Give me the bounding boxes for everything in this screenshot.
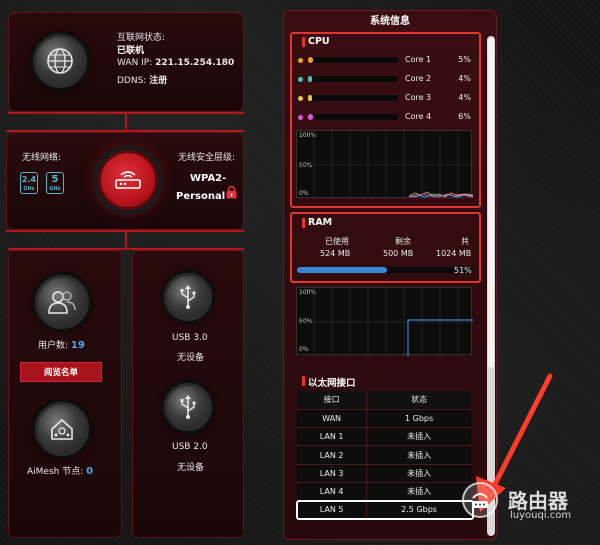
usb-30-orb[interactable]	[164, 273, 212, 321]
aimesh-icon	[51, 418, 73, 440]
cpu-core-bar	[308, 76, 398, 82]
watermark-url: luyouqi.com	[510, 510, 572, 521]
wan-ip-label: WAN IP:	[117, 58, 153, 68]
ram-free-label: 剩余	[395, 237, 411, 246]
table-header-row: 接口 状态	[297, 391, 471, 410]
ram-graph-lines	[297, 288, 473, 356]
usb-icon	[180, 285, 196, 309]
usb-20-name: USB 2.0	[172, 442, 208, 452]
ddns-label: DDNS:	[117, 76, 147, 86]
ddns-row: DDNS: 注册	[117, 73, 167, 86]
watermark-logo-icon	[462, 482, 498, 518]
internet-status-value: 已联机	[117, 46, 145, 56]
table-row: LAN 4 未插入	[297, 482, 471, 502]
internet-status-label: 互联网状态:	[117, 33, 166, 43]
status-cell: 未插入	[366, 427, 471, 447]
wireless-network-label: 无线网络:	[22, 153, 62, 163]
ram-total-value: 1024 MB	[436, 249, 472, 258]
globe-icon	[47, 48, 73, 74]
cpu-core-value: 4%	[458, 74, 471, 83]
cpu-core-bar	[308, 95, 398, 101]
band-5ghz-icon[interactable]: 5 GHz	[46, 172, 64, 194]
ram-total-label: 共	[461, 237, 469, 246]
aimesh-label: AiMesh 节点:	[27, 467, 84, 477]
cpu-core-dot	[298, 77, 303, 82]
cpu-core-bar-fill	[308, 57, 313, 63]
ram-free-value: 500 MB	[383, 249, 414, 258]
aimesh-row: AiMesh 节点: 0	[27, 464, 93, 477]
lock-icon	[226, 186, 237, 199]
port-cell: LAN 1	[297, 427, 368, 447]
usb-20-status: 无设备	[177, 463, 205, 473]
cpu-core-bar-fill	[308, 95, 312, 101]
cpu-graph-lines	[297, 131, 473, 199]
cpu-core-value: 5%	[458, 55, 471, 64]
ram-percent: 51%	[454, 266, 472, 275]
cpu-core-dot	[298, 115, 303, 120]
cpu-core-bar-fill	[308, 76, 312, 82]
cpu-usage-graph: 100% 50% 0%	[296, 130, 473, 199]
ethernet-heading: 以太网接口	[302, 375, 356, 389]
router-icon	[115, 171, 141, 189]
internet-orb[interactable]	[33, 34, 87, 88]
usb-30-status: 无设备	[177, 353, 205, 363]
usb-icon	[180, 395, 196, 419]
cpu-core-name: Core 2	[405, 74, 432, 83]
status-cell: 未插入	[366, 445, 471, 465]
cpu-heading: CPU	[302, 36, 330, 47]
port-cell: LAN 4	[297, 482, 368, 502]
band-24ghz-icon[interactable]: 2.4 GHz	[20, 172, 38, 194]
clients-row: 用户数: 19	[38, 338, 85, 351]
table-row: LAN 1 未插入	[297, 427, 471, 447]
table-row: LAN 2 未插入	[297, 445, 471, 465]
connector-line	[125, 230, 127, 250]
cpu-core-name: Core 1	[405, 55, 432, 64]
ddns-value[interactable]: 注册	[149, 76, 167, 86]
port-cell: WAN	[297, 409, 368, 429]
port-cell: LAN 2	[297, 445, 368, 465]
clients-orb[interactable]	[35, 275, 89, 329]
clients-label: 用户数:	[38, 341, 69, 351]
system-info-title: 系统信息	[370, 16, 410, 27]
clients-count: 19	[70, 340, 85, 351]
status-cell: 1 Gbps	[366, 409, 471, 429]
table-row: WAN 1 Gbps	[297, 409, 471, 429]
cpu-core-name: Core 3	[405, 93, 432, 102]
cpu-core-bar	[308, 114, 398, 120]
view-list-button[interactable]: 阅览名单	[20, 362, 102, 382]
status-cell: 未插入	[366, 464, 471, 483]
usb-20-orb[interactable]	[164, 383, 212, 431]
wireless-security-value-line1: WPA2-	[190, 173, 227, 184]
status-cell: 未插入	[366, 482, 471, 502]
port-cell: LAN 3	[297, 464, 368, 483]
cpu-core-name: Core 4	[405, 112, 432, 121]
col-status-header: 状态	[366, 391, 471, 410]
ram-usage-line	[407, 319, 473, 356]
router-orb[interactable]	[98, 150, 158, 210]
users-icon	[48, 291, 76, 314]
scrollbar-thumb[interactable]	[488, 38, 494, 368]
ram-usage-graph: 100% 50% 0%	[296, 287, 473, 356]
aimesh-orb[interactable]	[35, 402, 89, 456]
table-row: LAN 3 未插入	[297, 464, 471, 483]
divider	[6, 230, 244, 232]
usb-30-name: USB 3.0	[172, 333, 208, 343]
lan5-highlight	[296, 500, 474, 520]
aimesh-count: 0	[86, 466, 94, 477]
ram-used-value: 524 MB	[320, 249, 351, 258]
ram-used-label: 已使用	[325, 237, 349, 246]
wireless-security-value-line2: Personal	[176, 191, 226, 202]
cpu-core-dot	[298, 96, 303, 101]
cpu-core-value: 4%	[458, 93, 471, 102]
cpu-core-dot	[298, 58, 303, 63]
col-port-header: 接口	[297, 391, 368, 410]
wan-ip-row: WAN IP: 221.15.254.180	[117, 58, 234, 68]
wireless-security-label: 无线安全层级:	[178, 153, 236, 163]
ram-progress-fill	[297, 267, 387, 273]
cpu-core-bar	[308, 57, 398, 63]
ram-heading: RAM	[301, 217, 333, 228]
cpu-core-value: 6%	[458, 112, 471, 121]
wan-ip-value: 221.15.254.180	[155, 58, 235, 68]
